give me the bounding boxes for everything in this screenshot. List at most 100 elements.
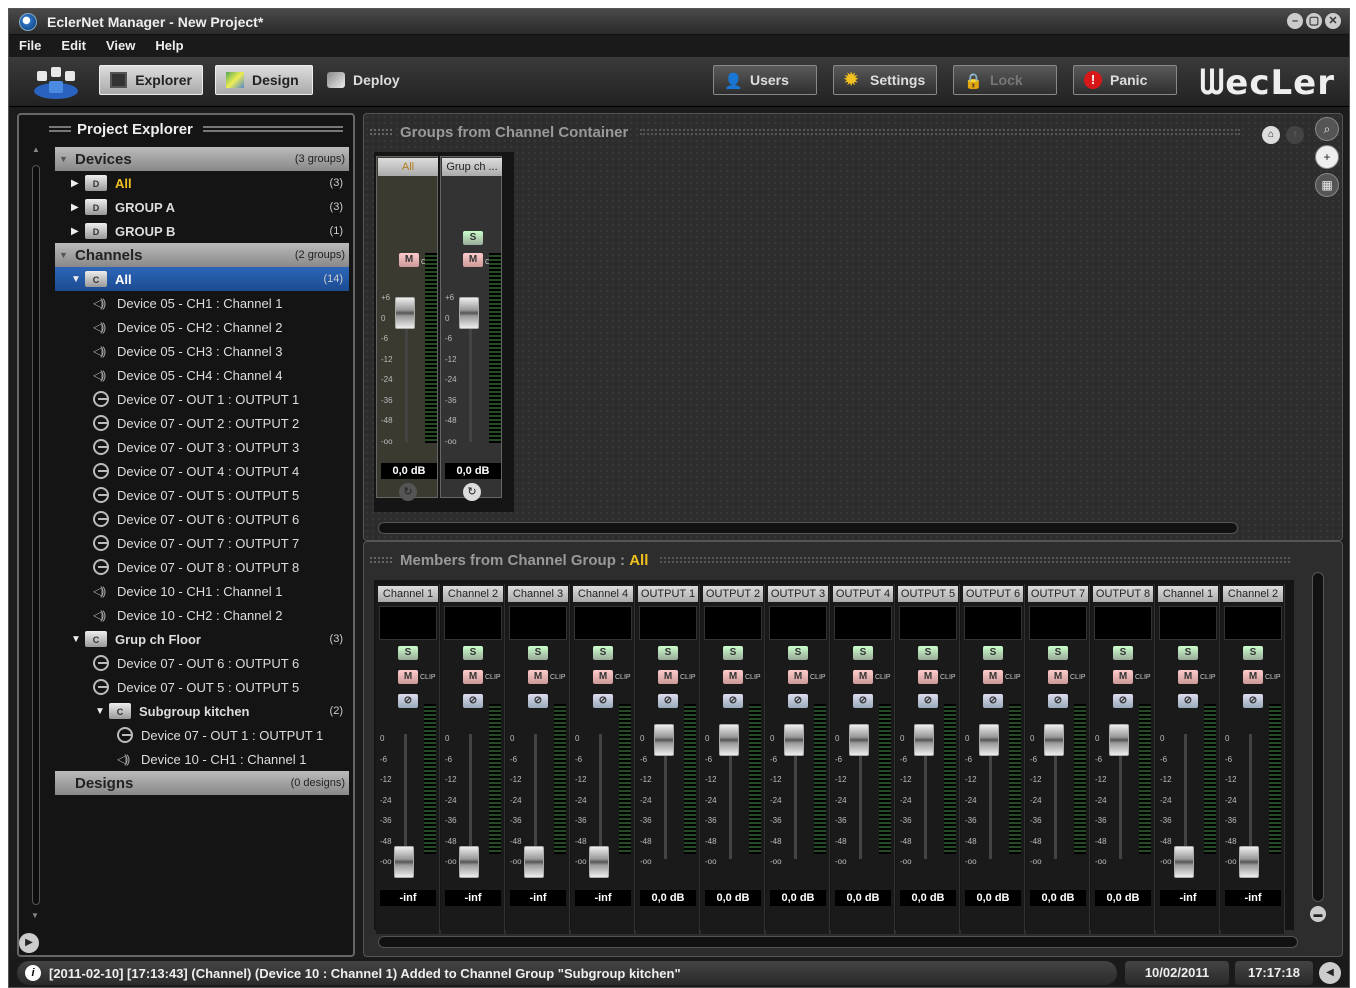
channel-list-item[interactable]: Device 07 - OUT 6 : OUTPUT 6: [55, 651, 349, 675]
members-vertical-scrollbar[interactable]: [1312, 572, 1324, 902]
phase-icon[interactable]: ⊘: [463, 694, 483, 708]
mute-button[interactable]: M: [788, 670, 808, 684]
channel-strip-label[interactable]: OUTPUT 6: [963, 586, 1023, 602]
volume-fader[interactable]: [1109, 724, 1129, 756]
solo-button[interactable]: S: [1113, 646, 1133, 660]
channel-list-item[interactable]: Device 07 - OUT 7 : OUTPUT 7: [55, 531, 349, 555]
channel-list-item[interactable]: Device 07 - OUT 5 : OUTPUT 5: [55, 483, 349, 507]
channel-strip-label[interactable]: Channel 1: [1158, 586, 1218, 602]
menu-view[interactable]: View: [96, 35, 145, 57]
close-icon[interactable]: ✕: [1325, 13, 1341, 29]
channel-list-item[interactable]: Device 07 - OUT 5 : OUTPUT 5: [55, 675, 349, 699]
solo-button[interactable]: S: [398, 646, 418, 660]
channel-list-item[interactable]: ◁)) Device 10 - CH2 : Channel 2: [55, 603, 349, 627]
back-icon[interactable]: ◀: [1319, 962, 1341, 984]
channel-strip-label[interactable]: Channel 4: [573, 586, 633, 602]
mute-button[interactable]: M: [1243, 670, 1263, 684]
deploy-button[interactable]: Deploy: [317, 65, 411, 95]
channel-list-item[interactable]: Device 07 - OUT 4 : OUTPUT 4: [55, 459, 349, 483]
designs-header[interactable]: ▼Designs (0 designs): [55, 771, 349, 795]
phase-icon[interactable]: ⊘: [1243, 694, 1263, 708]
channel-strip-label[interactable]: OUTPUT 2: [703, 586, 763, 602]
volume-fader[interactable]: [395, 297, 415, 329]
minimize-icon[interactable]: –: [1287, 13, 1303, 29]
phase-icon[interactable]: ⊘: [398, 694, 418, 708]
phase-icon[interactable]: ⊘: [918, 694, 938, 708]
mute-button[interactable]: M: [1113, 670, 1133, 684]
group-strip-label[interactable]: Grup ch ...: [442, 158, 502, 176]
volume-fader[interactable]: [1239, 846, 1259, 878]
solo-button[interactable]: S: [918, 646, 938, 660]
volume-fader[interactable]: [459, 297, 479, 329]
channel-strip-label[interactable]: OUTPUT 8: [1093, 586, 1153, 602]
phase-icon[interactable]: ⊘: [788, 694, 808, 708]
volume-fader[interactable]: [849, 724, 869, 756]
mute-button[interactable]: M: [983, 670, 1003, 684]
settings-button[interactable]: ✹ Settings: [833, 65, 937, 95]
group-strip-label[interactable]: All: [378, 158, 438, 176]
tree-item-subgroup-kitchen[interactable]: ▼ C Subgroup kitchen (2): [55, 699, 349, 723]
volume-fader[interactable]: [914, 724, 934, 756]
channel-list-item[interactable]: ◁)) Device 05 - CH3 : Channel 3: [55, 339, 349, 363]
mute-button[interactable]: M: [463, 253, 483, 267]
tree-item-devices-all[interactable]: ▶ D All (3): [55, 171, 349, 195]
channel-strip-label[interactable]: OUTPUT 4: [833, 586, 893, 602]
channel-list-item[interactable]: ◁)) Device 05 - CH4 : Channel 4: [55, 363, 349, 387]
channel-strip-label[interactable]: OUTPUT 3: [768, 586, 828, 602]
menu-file[interactable]: File: [9, 35, 51, 57]
channel-strip-label[interactable]: OUTPUT 7: [1028, 586, 1088, 602]
channel-strip-label[interactable]: Channel 1: [378, 586, 438, 602]
channel-list-item[interactable]: Device 07 - OUT 6 : OUTPUT 6: [55, 507, 349, 531]
channel-strip-label[interactable]: OUTPUT 1: [638, 586, 698, 602]
tree-item-grup-ch-floor[interactable]: ▼ C Grup ch Floor (3): [55, 627, 349, 651]
mute-button[interactable]: M: [658, 670, 678, 684]
phase-icon[interactable]: ⊘: [983, 694, 1003, 708]
solo-button[interactable]: S: [463, 231, 483, 245]
phase-icon[interactable]: ⊘: [1048, 694, 1068, 708]
explorer-button[interactable]: Explorer: [99, 65, 203, 95]
volume-fader[interactable]: [524, 846, 544, 878]
solo-button[interactable]: S: [1178, 646, 1198, 660]
volume-fader[interactable]: [459, 846, 479, 878]
mute-button[interactable]: M: [593, 670, 613, 684]
channel-list-item[interactable]: ◁)) Device 10 - CH1 : Channel 1: [55, 579, 349, 603]
channel-strip-label[interactable]: Channel 2: [1223, 586, 1283, 602]
solo-button[interactable]: S: [658, 646, 678, 660]
play-icon[interactable]: ▶: [19, 933, 39, 953]
volume-fader[interactable]: [394, 846, 414, 878]
vertical-scrollbar[interactable]: ▲ ▼: [29, 145, 43, 925]
panic-button[interactable]: ! Panic: [1073, 65, 1177, 95]
users-button[interactable]: 👤 Users: [713, 65, 817, 95]
collapse-icon[interactable]: ▬: [1310, 906, 1326, 922]
channel-list-item[interactable]: ◁)) Device 10 - CH1 : Channel 1: [55, 747, 349, 771]
solo-button[interactable]: S: [788, 646, 808, 660]
channel-list-item[interactable]: Device 07 - OUT 1 : OUTPUT 1: [55, 387, 349, 411]
grid-icon[interactable]: ▦: [1315, 173, 1339, 197]
mute-button[interactable]: M: [853, 670, 873, 684]
mute-button[interactable]: M: [528, 670, 548, 684]
solo-button[interactable]: S: [593, 646, 613, 660]
menu-edit[interactable]: Edit: [51, 35, 96, 57]
home-icon[interactable]: ⌂: [1262, 126, 1280, 144]
lock-button[interactable]: 🔒 Lock: [953, 65, 1057, 95]
solo-button[interactable]: S: [463, 646, 483, 660]
channel-strip-label[interactable]: Channel 2: [443, 586, 503, 602]
add-group-icon[interactable]: +: [1315, 145, 1339, 169]
channel-list-item[interactable]: Device 07 - OUT 3 : OUTPUT 3: [55, 435, 349, 459]
mute-button[interactable]: M: [398, 670, 418, 684]
phase-icon[interactable]: ⊘: [658, 694, 678, 708]
rotate-knob-icon[interactable]: ↻: [399, 483, 417, 501]
design-button[interactable]: Design: [215, 65, 313, 95]
phase-icon[interactable]: ⊘: [593, 694, 613, 708]
members-horizontal-scrollbar[interactable]: [378, 936, 1298, 948]
mute-button[interactable]: M: [463, 670, 483, 684]
channel-list-item[interactable]: ◁)) Device 05 - CH1 : Channel 1: [55, 291, 349, 315]
devices-header[interactable]: ▼ Devices (3 groups): [55, 147, 349, 171]
solo-button[interactable]: S: [528, 646, 548, 660]
solo-button[interactable]: S: [853, 646, 873, 660]
phase-icon[interactable]: ⊘: [723, 694, 743, 708]
menu-help[interactable]: Help: [145, 35, 193, 57]
mute-button[interactable]: M: [723, 670, 743, 684]
volume-fader[interactable]: [589, 846, 609, 878]
phase-icon[interactable]: ⊘: [853, 694, 873, 708]
